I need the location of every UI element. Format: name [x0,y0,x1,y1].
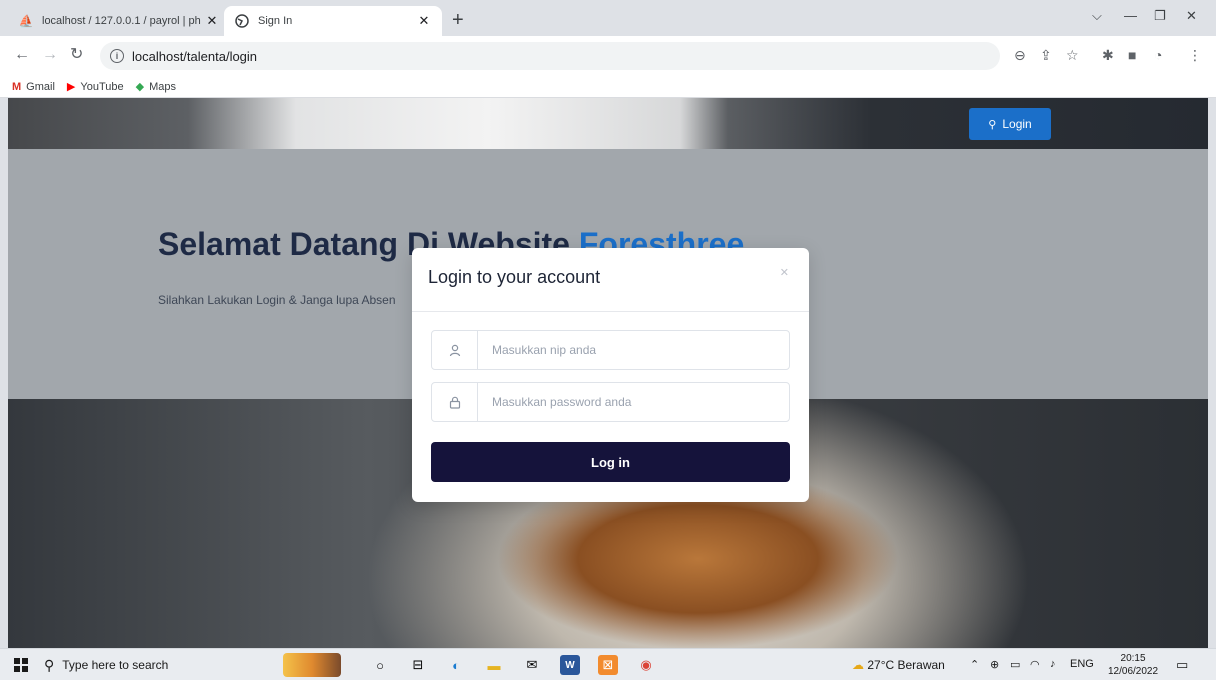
back-icon[interactable]: ← [14,46,30,64]
taskbar-search[interactable]: ⚲ Type here to search [44,653,274,677]
windows-start-icon[interactable] [14,658,28,672]
mail-icon[interactable]: ✉ [522,655,542,675]
youtube-icon: ▶ [66,81,76,93]
login-submit-button[interactable]: Log in [431,442,790,482]
bookmark-label: Maps [149,80,176,93]
url-text: localhost/talenta/login [132,48,258,64]
user-icon: ⚲ [988,118,997,131]
tab-title: localhost / 127.0.0.1 / payrol | ph [42,15,201,27]
chevron-up-icon[interactable]: ⌃ [970,658,979,671]
taskbar-clock[interactable]: 20:15 12/06/2022 [1108,652,1158,678]
weather-text: 27°C Berawan [867,658,945,672]
nav-login-button[interactable]: ⚲ Login [969,108,1051,140]
bookmarks-bar: M Gmail ▶ YouTube ◆ Maps [0,76,1216,98]
menu-icon[interactable]: ⋮ [1188,47,1202,63]
close-window-icon[interactable]: ✕ [1186,8,1197,24]
modal-title: Login to your account [428,267,601,287]
profile-icon[interactable]: ◔ [1154,47,1162,63]
login-modal: Login to your account ✕ Log in [412,248,809,502]
reload-icon[interactable]: ↻ [70,46,83,64]
hero-subtitle: Silahkan Lakukan Login & Janga lupa Abse… [158,293,396,307]
taskbar-search-text: Type here to search [62,658,169,672]
tab-sign-in[interactable]: Sign In ✕ [224,6,442,36]
tab-close-icon[interactable]: ✕ [204,13,220,29]
file-explorer-icon[interactable]: ▬ [484,655,504,675]
bookmark-gmail[interactable]: M Gmail [12,81,55,93]
site-info-icon[interactable]: i [110,49,124,63]
tab-search-icon[interactable]: ⌵ [1092,8,1102,24]
password-field [431,382,790,422]
bookmark-youtube[interactable]: ▶ YouTube [66,80,124,94]
notification-icon[interactable]: ▭ [1176,657,1188,673]
maps-icon: ◆ [135,81,145,93]
minimize-icon[interactable]: — [1124,8,1137,23]
modal-header: Login to your account ✕ [412,248,809,312]
clock-time: 20:15 [1120,653,1146,664]
weather-widget[interactable]: ☁ 27°C Berawan [852,658,945,672]
search-highlight-image [283,653,341,677]
bookmark-label: Gmail [26,80,55,93]
nip-field [431,330,790,370]
globe-icon [234,13,250,29]
bookmark-star-icon[interactable]: ☆ [1066,47,1079,63]
task-view-icon[interactable]: ⊟ [408,655,428,675]
new-tab-button[interactable]: + [452,10,464,30]
user-icon [432,331,478,369]
language-indicator[interactable]: ENG [1070,658,1094,670]
volume-icon[interactable]: ♪ [1050,658,1056,670]
password-input[interactable] [478,395,778,409]
share-icon[interactable]: ⇪ [1040,47,1052,63]
bookmark-label: YouTube [80,80,124,93]
meet-now-icon[interactable]: ⊕ [990,658,999,671]
phpmyadmin-icon: ⛵ [18,14,34,28]
clock-date: 12/06/2022 [1108,666,1159,677]
search-icon: ⚲ [44,656,55,673]
side-panel-icon[interactable]: ■ [1128,47,1136,63]
weather-icon: ☁ [852,658,864,672]
chrome-icon[interactable]: ◉ [636,655,656,675]
nav-login-label: Login [1002,117,1032,131]
edge-icon[interactable]: ◐ [446,655,466,675]
word-icon[interactable]: W [560,655,580,675]
page-viewport: ⚲ Login Selamat Datang Di Website Forest… [8,98,1208,648]
address-bar[interactable]: i localhost/talenta/login [100,42,1000,70]
xampp-icon[interactable]: ⊠ [598,655,618,675]
restore-icon[interactable]: ❐ [1154,8,1166,24]
battery-icon[interactable]: ▭ [1010,658,1020,671]
tab-close-icon[interactable]: ✕ [416,13,432,29]
browser-tab-strip: ⛵ localhost / 127.0.0.1 / payrol | ph ✕ … [0,0,1216,36]
tab-phpmyadmin[interactable]: ⛵ localhost / 127.0.0.1 / payrol | ph ✕ [8,6,230,36]
browser-toolbar: ← → ↻ i localhost/talenta/login ⊖ ⇪ ☆ ✱ … [0,36,1216,76]
lock-icon [432,383,478,421]
wifi-icon[interactable]: ◠ [1030,658,1040,671]
extensions-icon[interactable]: ✱ [1102,47,1114,63]
forward-icon[interactable]: → [42,46,58,64]
bookmark-maps[interactable]: ◆ Maps [135,80,176,94]
gmail-icon: M [12,80,22,93]
cortana-icon[interactable]: ○ [370,655,390,675]
nip-input[interactable] [478,343,778,357]
zoom-icon[interactable]: ⊖ [1014,47,1026,63]
tab-title: Sign In [258,15,293,27]
close-icon[interactable]: ✕ [780,266,789,279]
windows-taskbar: ⚲ Type here to search ○ ⊟ ◐ ▬ ✉ W ⊠ ◉ ☁ … [0,648,1216,680]
